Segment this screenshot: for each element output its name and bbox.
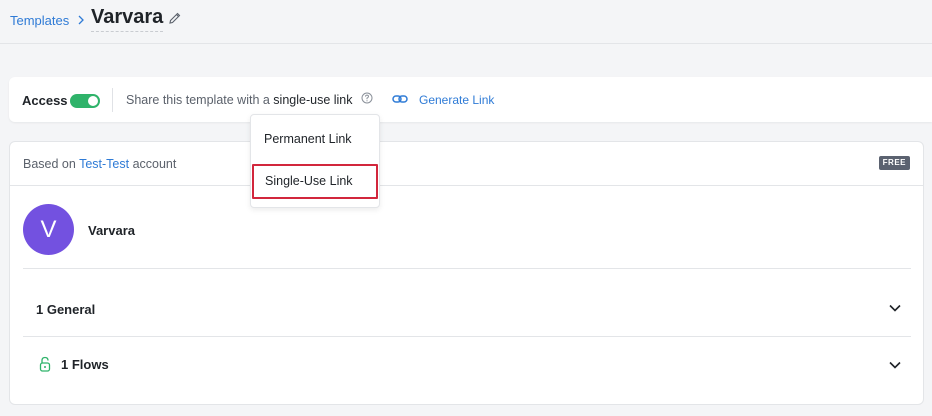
toggle-knob bbox=[88, 96, 98, 106]
pencil-icon[interactable] bbox=[168, 11, 182, 25]
lock-icon bbox=[39, 356, 51, 372]
section-label: 1 Flows bbox=[61, 357, 109, 372]
access-bar: Access Share this template with a single… bbox=[9, 77, 932, 122]
based-prefix: Based on bbox=[23, 157, 80, 171]
share-description: Share this template with a single-use li… bbox=[126, 93, 353, 107]
generate-link-button[interactable]: Generate Link bbox=[419, 93, 494, 107]
based-on-text: Based on Test-Test account bbox=[23, 157, 176, 171]
page-title[interactable]: Varvara bbox=[91, 6, 164, 32]
card-header: Based on Test-Test account FREE bbox=[10, 142, 923, 186]
page-header: Templates Varvara bbox=[0, 0, 932, 44]
link-type-selector[interactable]: single-use link bbox=[273, 93, 352, 107]
option-single-use-link[interactable]: Single-Use Link bbox=[252, 164, 378, 199]
divider bbox=[112, 88, 113, 112]
avatar: V bbox=[23, 204, 74, 255]
option-label: Single-Use Link bbox=[265, 174, 353, 188]
option-label: Permanent Link bbox=[264, 132, 352, 146]
share-prefix: Share this template with a bbox=[126, 93, 274, 107]
chevron-right-icon bbox=[78, 15, 84, 25]
chevron-down-icon[interactable] bbox=[889, 304, 901, 312]
link-type-dropdown: Permanent Link Single-Use Link bbox=[250, 114, 380, 208]
link-icon bbox=[392, 95, 408, 103]
section-general[interactable]: 1 General bbox=[23, 269, 911, 337]
section-flows[interactable]: 1 Flows bbox=[23, 337, 911, 395]
chevron-down-icon[interactable] bbox=[889, 361, 901, 369]
help-circle-icon[interactable] bbox=[361, 92, 373, 104]
option-permanent-link[interactable]: Permanent Link bbox=[252, 123, 378, 155]
access-label: Access bbox=[22, 93, 68, 108]
section-label: 1 General bbox=[36, 302, 96, 317]
template-card: Based on Test-Test account FREE V Varvar… bbox=[9, 141, 924, 405]
plan-badge: FREE bbox=[878, 156, 910, 170]
account-link[interactable]: Test-Test bbox=[79, 157, 129, 171]
access-toggle[interactable] bbox=[70, 94, 100, 108]
profile-name: Varvara bbox=[88, 223, 135, 238]
breadcrumb-templates-link[interactable]: Templates bbox=[10, 13, 69, 28]
based-suffix: account bbox=[129, 157, 177, 171]
